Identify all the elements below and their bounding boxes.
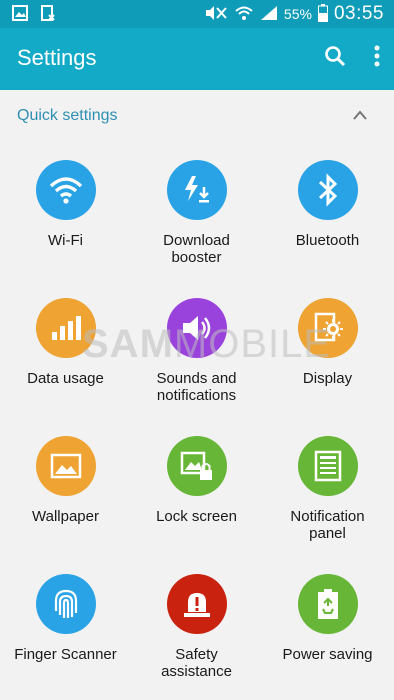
sim-icon [40,5,56,26]
tile-label: Finger Scanner [14,646,117,663]
tile-label: Wi-Fi [48,232,83,249]
tile-label: Data usage [27,370,104,387]
fingerprint-icon [35,574,96,634]
power-saving-icon [297,574,358,634]
tile-label: Bluetooth [295,232,360,249]
quick-settings-header[interactable]: Quick settings [0,100,394,134]
safety-icon [166,574,227,634]
tile-display[interactable]: Display [262,298,393,387]
tile-download-booster[interactable]: Download booster [131,160,262,266]
data-usage-icon [35,298,96,358]
display-icon [297,298,358,358]
tile-sounds-notifications[interactable]: Sounds and notifications [131,298,262,404]
tile-label: Safety assistance [161,646,232,680]
wifi-icon [35,160,96,220]
download-booster-icon [166,160,227,220]
tile-label: Wallpaper [32,508,99,525]
lock-screen-icon [166,436,227,496]
tile-safety-assistance[interactable]: Safety assistance [131,574,262,680]
tile-label: Sounds and notifications [156,370,237,404]
volume-icon [166,298,227,358]
page-title: Settings [17,45,97,70]
wallpaper-icon [35,436,96,496]
tile-wifi[interactable]: Wi-Fi [0,160,131,249]
signal-icon [260,5,278,24]
tile-data-usage[interactable]: Data usage [0,298,131,387]
tile-label: Display [302,370,353,387]
gallery-icon [12,5,28,26]
battery-percent: 55% [283,6,312,22]
tile-finger-scanner[interactable]: Finger Scanner [0,574,131,663]
tile-bluetooth[interactable]: Bluetooth [262,160,393,249]
section-title: Quick settings [17,107,118,124]
tile-power-saving[interactable]: Power saving [262,574,393,663]
clock: 03:55 [333,3,384,24]
more-options-icon[interactable] [374,45,380,72]
battery-icon [317,3,328,25]
mute-icon [204,5,228,24]
tile-notification-panel[interactable]: Notification panel [262,436,393,542]
search-icon[interactable] [324,45,346,72]
wifi-icon [234,5,254,24]
tile-label: Lock screen [156,508,237,525]
tile-wallpaper[interactable]: Wallpaper [0,436,131,525]
status-bar: 55% 03:55 [0,0,394,28]
notification-panel-icon [297,436,358,496]
bluetooth-icon [297,160,358,220]
chevron-up-icon[interactable] [352,108,368,126]
tile-lock-screen[interactable]: Lock screen [131,436,262,525]
app-bar: Settings [0,28,394,90]
tile-label: Power saving [282,646,373,663]
tile-label: Notification panel [290,508,365,542]
tile-label: Download booster [163,232,230,266]
